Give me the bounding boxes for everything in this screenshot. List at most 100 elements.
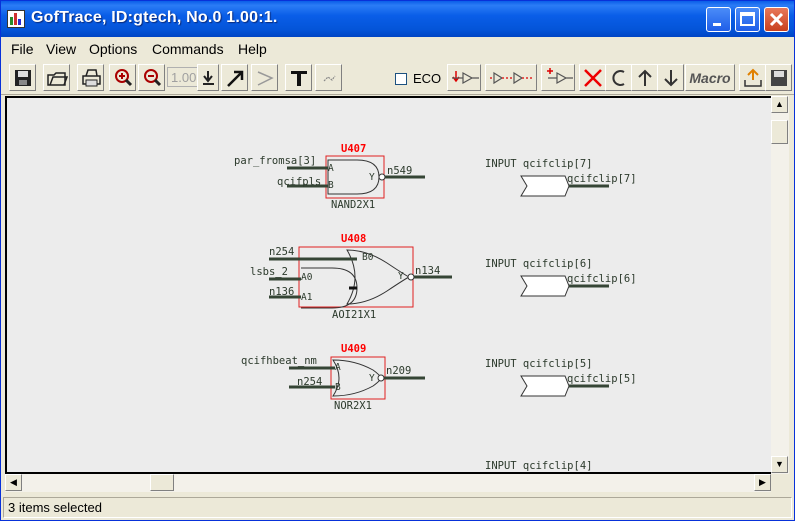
input-port-symbol: [520, 375, 570, 397]
clear-button[interactable]: [605, 64, 632, 91]
net-label: n209: [386, 365, 411, 377]
app-icon: [7, 10, 25, 28]
undo-icon: [323, 75, 336, 82]
net-label: lsbs_2: [250, 266, 288, 278]
port-label: INPUT qcifclip[5]: [485, 358, 592, 370]
maximize-icon: [740, 12, 755, 26]
pointer-button[interactable]: [221, 64, 248, 91]
title-bar[interactable]: GofTrace, ID:gtech, No.0 1.00:1.: [1, 1, 794, 37]
instance-label: U407: [341, 143, 366, 155]
open-icon: [47, 72, 68, 86]
selection-box: [325, 155, 385, 199]
zoom-field[interactable]: 1.00: [167, 67, 201, 87]
selection-box: [298, 246, 414, 308]
menu-bar: File View Options Commands Help: [1, 37, 794, 60]
save-icon: [15, 70, 31, 86]
input-port-symbol: [520, 175, 570, 197]
delete-button[interactable]: [579, 64, 606, 91]
undo-button[interactable]: [315, 64, 342, 91]
pin-label: B0: [362, 252, 374, 263]
net-label: par_fromsa[3]: [234, 155, 316, 167]
net-label: n254: [269, 246, 294, 258]
port-label: INPUT qcifclip[6]: [485, 258, 592, 270]
pin-label: B: [328, 180, 334, 191]
insert-chain-button[interactable]: [485, 64, 537, 91]
schematic-canvas[interactable]: U407 A B Ypar_fromsa[3] qcifpls n549 NAND2X1 U4…: [5, 96, 771, 474]
minimize-icon: [713, 23, 721, 26]
scroll-left-button[interactable]: ◀: [5, 474, 22, 491]
cell-label: NOR2X1: [334, 400, 372, 412]
zoom-out-icon: [144, 69, 162, 87]
move-down-icon: [664, 70, 678, 87]
move-down-button[interactable]: [657, 64, 684, 91]
net-label: n549: [387, 165, 412, 177]
status-bar: 3 items selected: [3, 497, 792, 518]
menu-options[interactable]: Options: [89, 41, 137, 57]
inversion-bubble: [407, 273, 415, 281]
close-button[interactable]: [764, 7, 789, 32]
delete-icon: [584, 69, 602, 87]
instance-label: U408: [341, 233, 366, 245]
insert-buffer-button[interactable]: [447, 64, 481, 91]
zoom-select-icon: [203, 71, 214, 85]
zoom-in-icon: [115, 69, 133, 87]
app-window: GofTrace, ID:gtech, No.0 1.00:1. File Vi…: [0, 0, 795, 521]
menu-view[interactable]: View: [46, 41, 76, 57]
pin-label: Y: [369, 172, 375, 183]
pin-label: Y: [398, 271, 404, 282]
minimize-button[interactable]: [706, 7, 731, 32]
schematic-drawing: U407ABYpar_fromsa[3]qcifplsn549NAND2X1U4…: [234, 143, 637, 472]
net-label: qcifclip[5]: [567, 373, 637, 385]
print-icon: [82, 69, 101, 87]
instance-label: U409: [341, 343, 366, 355]
pin-label: Y: [369, 373, 375, 384]
eco-checkbox[interactable]: [395, 73, 407, 85]
text-button[interactable]: [285, 64, 312, 91]
print-button[interactable]: [77, 64, 104, 91]
wire-button[interactable]: [251, 64, 278, 91]
zoom-select-button[interactable]: [197, 64, 219, 91]
vertical-scrollbar[interactable]: ▲ ▼: [771, 96, 789, 474]
net-label: qcifclip[7]: [567, 173, 637, 185]
vertical-scroll-thumb[interactable]: [771, 120, 788, 144]
cell-label: AOI21X1: [332, 309, 376, 321]
move-up-button[interactable]: [631, 64, 658, 91]
save-layout-icon: [771, 70, 787, 86]
port-label: INPUT qcifclip[4]: [485, 460, 592, 472]
net-label: qcifpls: [277, 176, 321, 188]
pin-label: A: [328, 163, 334, 174]
scroll-down-button[interactable]: ▼: [771, 456, 788, 473]
net-label: qcifclip[6]: [567, 273, 637, 285]
cell-label: NAND2X1: [331, 199, 375, 211]
eco-label: ECO: [413, 71, 442, 86]
menu-commands[interactable]: Commands: [152, 41, 224, 57]
inversion-bubble: [377, 374, 385, 382]
window-title: GofTrace, ID:gtech, No.0 1.00:1.: [31, 9, 278, 26]
port-label: INPUT qcifclip[7]: [485, 158, 592, 170]
scroll-right-button[interactable]: ▶: [754, 474, 771, 491]
input-port-symbol: [520, 275, 570, 297]
save-button[interactable]: [9, 64, 36, 91]
status-text: 3 items selected: [8, 500, 102, 515]
toolbar: 1.00 ECO Macro: [1, 61, 794, 95]
maximize-button[interactable]: [735, 7, 760, 32]
menu-help[interactable]: Help: [238, 41, 267, 57]
macro-button[interactable]: Macro: [685, 64, 735, 91]
horizontal-scrollbar[interactable]: ◀ ▶: [5, 474, 771, 492]
add-gate-button[interactable]: [541, 64, 575, 91]
pin-label: A1: [301, 292, 313, 303]
save-layout-button[interactable]: [765, 64, 792, 91]
zoom-in-button[interactable]: [109, 64, 136, 91]
menu-file[interactable]: File: [11, 41, 34, 57]
net-label: n134: [415, 265, 440, 277]
close-icon: [769, 12, 784, 27]
scroll-up-button[interactable]: ▲: [771, 96, 788, 113]
export-button[interactable]: [739, 64, 766, 91]
zoom-out-button[interactable]: [138, 64, 165, 91]
insert-buffer-icon: [452, 71, 479, 85]
horizontal-scroll-thumb[interactable]: [150, 474, 174, 491]
pin-label: B: [335, 382, 341, 393]
pointer-icon: [227, 70, 244, 87]
open-button[interactable]: [43, 64, 70, 91]
pin-label: A0: [301, 272, 313, 283]
